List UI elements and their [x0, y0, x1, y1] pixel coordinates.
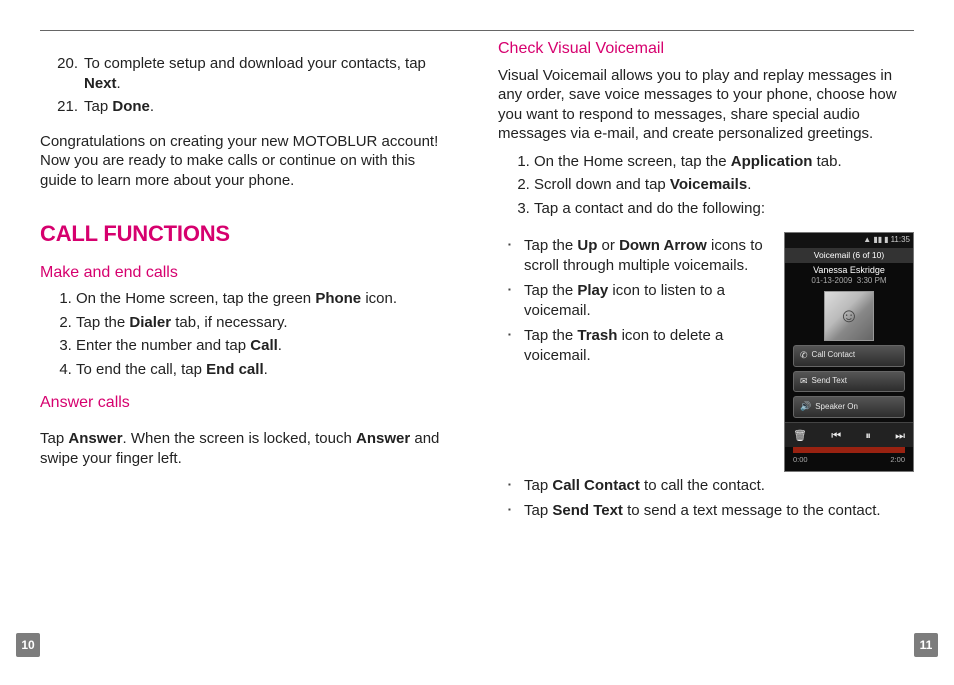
make-end-heading: Make and end calls: [40, 263, 456, 284]
vv-bullet: Tap Call Contact to call the contact.: [524, 476, 914, 496]
vv-bullet: Tap the Up or Down Arrow icons to scroll…: [524, 236, 772, 275]
step-num: 20.: [52, 54, 78, 93]
make-end-step: To end the call, tap End call.: [76, 360, 456, 380]
answer-text: Tap Answer. When the screen is locked, t…: [40, 429, 456, 468]
prev-icon[interactable]: ⏮: [831, 429, 841, 443]
vv-intro: Visual Voicemail allows you to play and …: [498, 66, 914, 144]
phone-icon: ✆: [800, 350, 808, 362]
make-end-steps: On the Home screen, tap the green Phone …: [40, 289, 456, 379]
vv-step: Tap a contact and do the following:: [534, 199, 914, 219]
make-end-step: On the Home screen, tap the green Phone …: [76, 289, 456, 309]
step-num: 21.: [52, 97, 78, 117]
signal-icon: ▲ ▮▮: [863, 235, 882, 245]
phone-screenshot: ▲ ▮▮▮11:35 Voicemail (6 of 10) Vanessa E…: [784, 232, 914, 472]
answer-heading: Answer calls: [40, 393, 456, 414]
vv-heading: Check Visual Voicemail: [498, 39, 914, 60]
phone-title: Voicemail (6 of 10): [785, 248, 913, 263]
battery-icon: ▮: [884, 235, 888, 245]
vv-step: On the Home screen, tap the Application …: [534, 152, 914, 172]
status-clock: 11:35: [891, 235, 910, 245]
make-end-step: Enter the number and tap Call.: [76, 336, 456, 356]
trash-icon[interactable]: 🗑: [793, 429, 807, 443]
step-text: Tap Done.: [84, 97, 154, 117]
speaker-icon: 🔊: [800, 401, 811, 413]
vv-bullet: Tap the Play icon to listen to a voicema…: [524, 281, 772, 320]
next-icon[interactable]: ⏭: [895, 429, 905, 443]
vv-bullets-top: Tap the Up or Down Arrow icons to scroll…: [498, 236, 772, 371]
call-contact-button[interactable]: ✆Call Contact: [793, 345, 905, 367]
setup-step-20: 20. To complete setup and download your …: [40, 54, 456, 93]
make-end-step: Tap the Dialer tab, if necessary.: [76, 313, 456, 333]
speaker-button[interactable]: 🔊Speaker On: [793, 396, 905, 418]
vv-bullet: Tap Send Text to send a text message to …: [524, 501, 914, 521]
vv-bullet: Tap the Trash icon to delete a voicemail…: [524, 326, 772, 365]
caller-name: Vanessa Eskridge: [785, 265, 913, 277]
caller-portrait: ☺: [824, 291, 874, 341]
vv-bullets-bottom: Tap Call Contact to call the contact. Ta…: [498, 476, 914, 521]
setup-steps: 20. To complete setup and download your …: [40, 54, 456, 117]
caller-date: 01-13-2009 3:30 PM: [785, 276, 913, 286]
page-number-right: 11: [914, 633, 938, 657]
play-icon[interactable]: ⏸: [865, 429, 871, 443]
vv-step: Scroll down and tap Voicemails.: [534, 175, 914, 195]
time-labels: 0:002:00: [785, 453, 913, 471]
step-text: To complete setup and download your cont…: [84, 54, 456, 93]
page-number-left: 10: [16, 633, 40, 657]
send-text-button[interactable]: ✉Send Text: [793, 371, 905, 393]
vv-steps: On the Home screen, tap the Application …: [498, 152, 914, 219]
congrats-text: Congratulations on creating your new MOT…: [40, 132, 456, 191]
message-icon: ✉: [800, 376, 808, 388]
section-title: CALL FUNCTIONS: [40, 220, 456, 249]
phone-status-bar: ▲ ▮▮▮11:35: [785, 233, 913, 247]
setup-step-21: 21. Tap Done.: [40, 97, 456, 117]
